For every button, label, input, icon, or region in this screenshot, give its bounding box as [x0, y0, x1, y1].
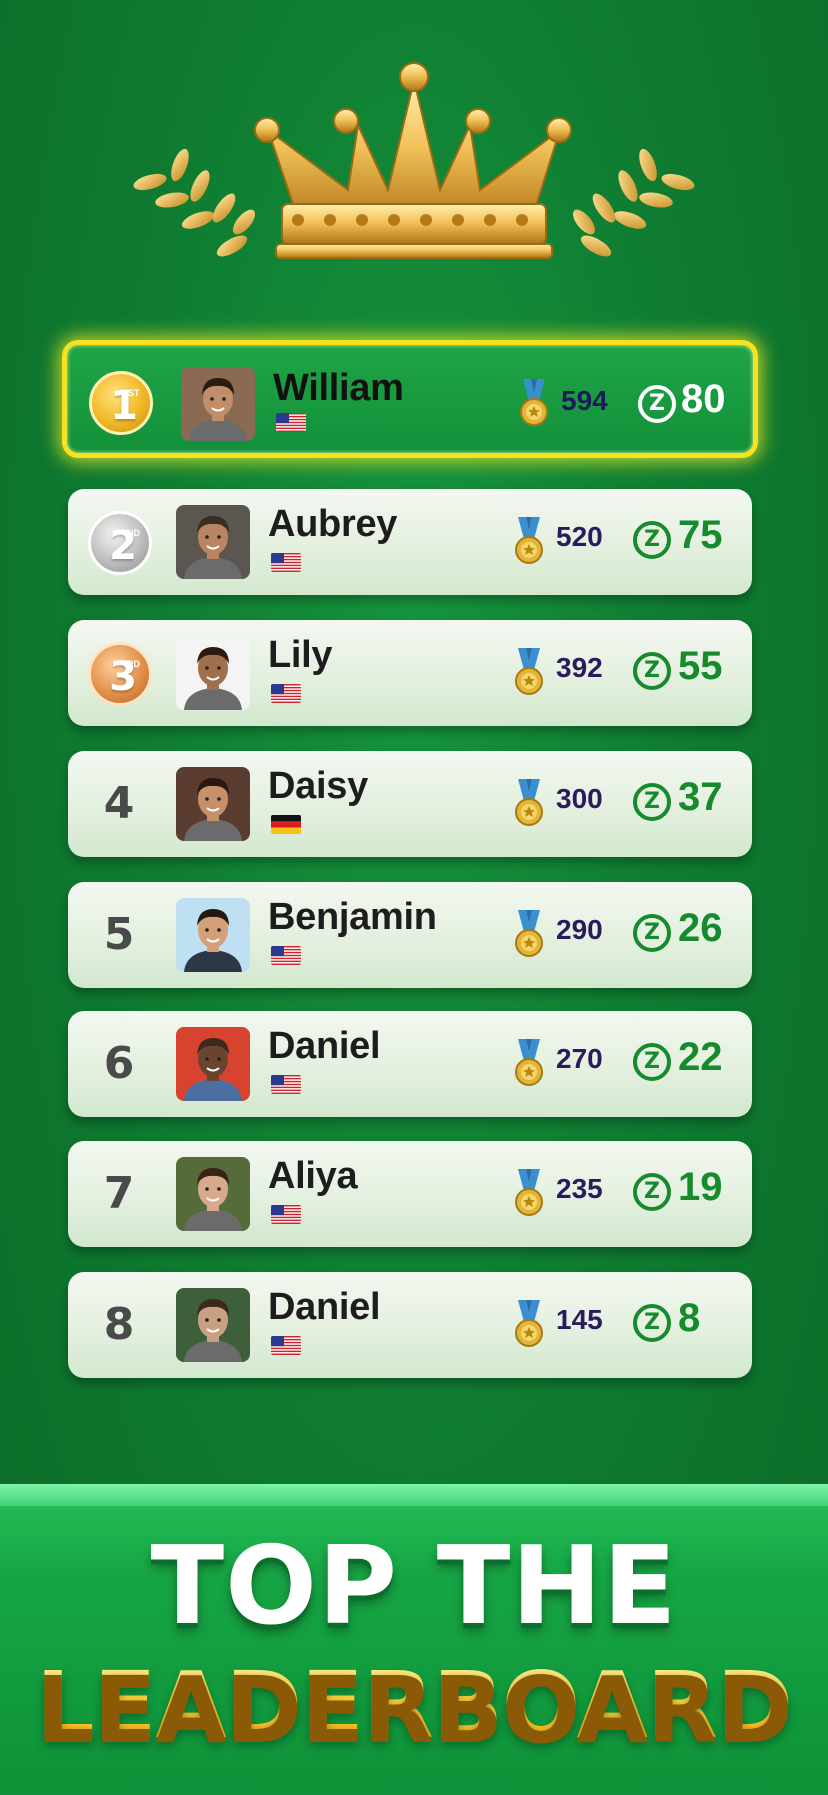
player-name: Daniel — [268, 1286, 381, 1328]
de-flag-icon — [271, 815, 301, 834]
medal-icon — [514, 1300, 544, 1348]
rank-badge-icon: 3 RD — [88, 642, 152, 706]
player-points: 75 — [678, 513, 723, 557]
leaderboard-row[interactable]: 6 Daniel 270 Z 22 — [68, 1011, 752, 1117]
medal-icon — [519, 379, 549, 427]
leaderboard-row[interactable]: 8 Daniel 145 Z 8 — [68, 1272, 752, 1378]
medal-icon — [514, 910, 544, 958]
z-coin-icon: Z — [633, 521, 671, 559]
crown-header — [0, 0, 828, 300]
medal-icon — [514, 1039, 544, 1087]
rank-number: 5 — [103, 909, 135, 960]
z-coin-icon: Z — [633, 652, 671, 690]
banner-top-stripe — [0, 1484, 828, 1506]
leaderboard-row[interactable]: 3 RD Lily 392 Z 55 — [68, 620, 752, 726]
player-score: 145 — [556, 1304, 603, 1335]
z-coin-icon: Z — [633, 1043, 671, 1081]
avatar — [176, 1027, 250, 1101]
rank-number: 8 — [103, 1299, 135, 1350]
banner-title-line2: LEADERBOARD — [0, 1652, 828, 1759]
leaderboard-row[interactable]: 2 ND Aubrey 520 Z 75 — [68, 489, 752, 595]
player-score: 300 — [556, 783, 603, 814]
player-name: Aliya — [268, 1155, 358, 1197]
player-name: Aubrey — [268, 503, 398, 545]
rank-suffix: RD — [127, 659, 140, 669]
rank-suffix: ND — [127, 528, 140, 538]
leaderboard-row[interactable]: 5 Benjamin 290 Z 26 — [68, 882, 752, 988]
us-flag-icon — [276, 413, 306, 432]
crown-icon — [133, 62, 695, 259]
medal-icon — [514, 779, 544, 827]
z-coin-icon: Z — [633, 1304, 671, 1342]
us-flag-icon — [271, 1336, 301, 1355]
player-points: 55 — [678, 644, 723, 688]
avatar — [176, 1157, 250, 1231]
player-points: 37 — [678, 775, 723, 819]
promo-banner: TOP THE LEADERBOARD — [0, 1484, 828, 1795]
leaderboard-row[interactable]: 1 ST William 594 Z 80 — [62, 340, 758, 458]
z-coin-icon: Z — [638, 385, 676, 423]
player-score: 235 — [556, 1173, 603, 1204]
z-coin-icon: Z — [633, 1173, 671, 1211]
laurel-right-icon — [572, 148, 695, 257]
player-points: 19 — [678, 1165, 723, 1209]
player-name: William — [273, 367, 404, 409]
player-points: 8 — [678, 1296, 701, 1340]
medal-icon — [514, 517, 544, 565]
us-flag-icon — [271, 946, 301, 965]
player-points: 26 — [678, 906, 723, 950]
rank-number: 6 — [103, 1038, 135, 1089]
laurel-left-icon — [133, 148, 256, 257]
leaderboard-row[interactable]: 7 Aliya 235 Z 19 — [68, 1141, 752, 1247]
player-score: 290 — [556, 914, 603, 945]
player-points: 22 — [678, 1035, 723, 1079]
avatar — [176, 1288, 250, 1362]
rank-suffix: ST — [128, 388, 140, 398]
player-score: 270 — [556, 1043, 603, 1074]
player-name: Daisy — [268, 765, 368, 807]
z-coin-icon: Z — [633, 914, 671, 952]
avatar — [176, 898, 250, 972]
player-name: Lily — [268, 634, 333, 676]
us-flag-icon — [271, 553, 301, 572]
player-name: Daniel — [268, 1025, 381, 1067]
us-flag-icon — [271, 1205, 301, 1224]
avatar — [176, 767, 250, 841]
medal-icon — [514, 648, 544, 696]
us-flag-icon — [271, 684, 301, 703]
banner-title-line1: TOP THE — [150, 1524, 678, 1649]
player-points: 80 — [681, 377, 726, 421]
leaderboard-row[interactable]: 4 Daisy 300 Z 37 — [68, 751, 752, 857]
rank-number: 2 — [109, 523, 137, 569]
rank-number: 7 — [103, 1168, 135, 1219]
avatar — [181, 367, 255, 441]
us-flag-icon — [271, 1075, 301, 1094]
player-score: 392 — [556, 652, 603, 683]
rank-badge-icon: 1 ST — [89, 371, 153, 435]
rank-number: 1 — [110, 383, 138, 429]
rank-number: 4 — [103, 778, 135, 829]
player-name: Benjamin — [268, 896, 437, 938]
player-score: 594 — [561, 385, 608, 416]
rank-number: 3 — [109, 654, 137, 700]
z-coin-icon: Z — [633, 783, 671, 821]
avatar — [176, 505, 250, 579]
medal-icon — [514, 1169, 544, 1217]
rank-badge-icon: 2 ND — [88, 511, 152, 575]
avatar — [176, 636, 250, 710]
player-score: 520 — [556, 521, 603, 552]
